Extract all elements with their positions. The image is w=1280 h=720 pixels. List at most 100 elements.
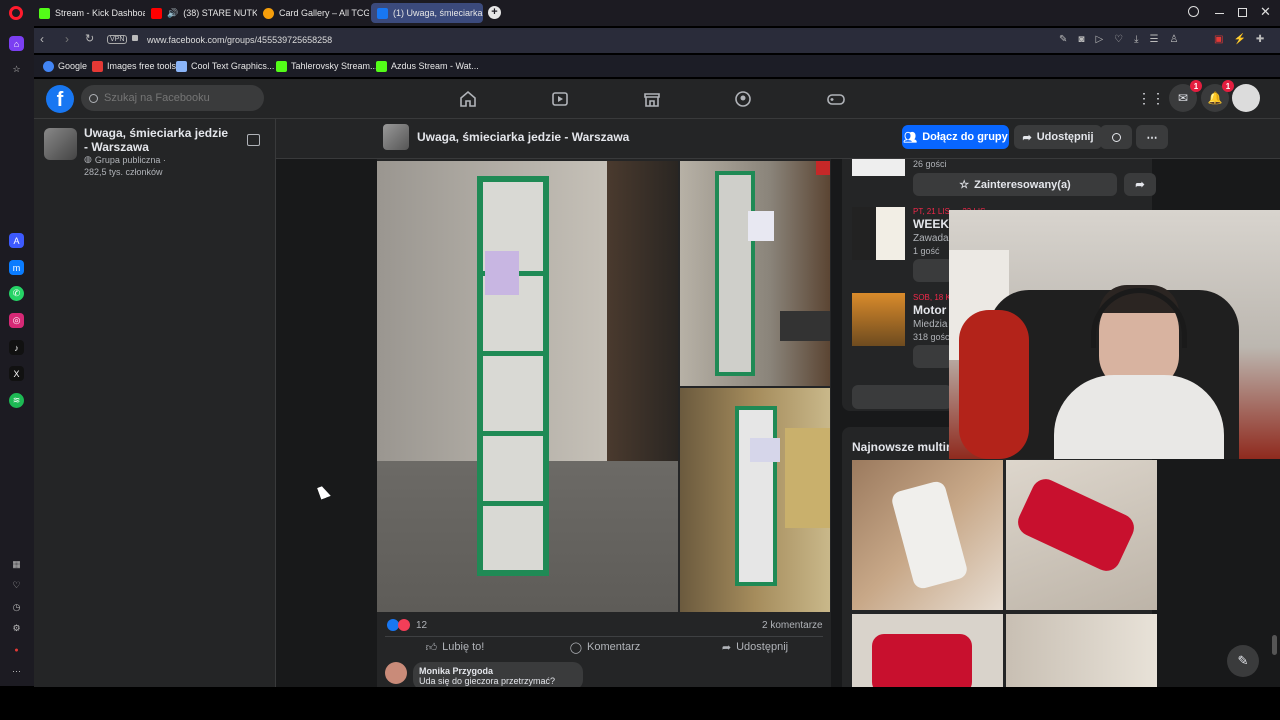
reactions[interactable]: 12 (387, 619, 427, 631)
vpn-badge[interactable]: VPN (107, 35, 128, 44)
bookmark-google[interactable]: Google (43, 58, 87, 74)
event-thumb-2[interactable] (852, 207, 905, 260)
comment-bubble: Monika Przygoda Uda się do gieczora prze… (413, 662, 583, 690)
media-thumb[interactable] (1006, 614, 1157, 687)
nav-gaming[interactable] (825, 88, 847, 110)
avatar[interactable] (1232, 84, 1260, 112)
search-icon (1111, 132, 1121, 142)
ublock-icon[interactable]: ● (9, 643, 24, 658)
reload-icon[interactable]: ↻ (85, 32, 94, 45)
share-button[interactable]: ➦ Udostępnij (700, 639, 810, 655)
bookmark-azdus[interactable]: Azdus Stream - Wat... (376, 58, 479, 74)
search-input[interactable] (104, 92, 254, 104)
comment-avatar[interactable] (385, 662, 407, 684)
like-label: Lubię to! (442, 641, 485, 653)
comment-button[interactable]: ◯ Komentarz (550, 639, 660, 655)
nav-video[interactable] (549, 88, 571, 110)
star-icon[interactable]: ☆ (9, 62, 24, 77)
nav-home[interactable] (457, 88, 479, 110)
tab-kick-dashboard[interactable]: Stream - Kick Dashboard (33, 3, 145, 23)
settings-icon[interactable]: ⚙ (9, 621, 24, 636)
search-icon (89, 93, 98, 103)
interested-button[interactable]: ☆ Zainteresowany(a) (913, 173, 1117, 196)
comments-count[interactable]: 2 komentarze (762, 620, 823, 631)
comment-author[interactable]: Monika Przygoda (419, 666, 577, 676)
menu-icon[interactable]: ☰ (1150, 34, 1159, 45)
scrollbar[interactable] (1272, 635, 1277, 655)
apps-icon[interactable]: ▦ (9, 557, 24, 572)
messenger-icon[interactable]: m (9, 260, 24, 275)
join-icon: 👥︎ (903, 131, 918, 144)
heart-icon[interactable]: ♡ (1114, 34, 1123, 45)
close-icon[interactable]: ✕ (1260, 4, 1271, 20)
search-group-button[interactable] (1100, 125, 1132, 149)
group-header-thumb[interactable] (383, 124, 409, 150)
minimize-icon[interactable] (1215, 13, 1224, 14)
forward-icon[interactable]: › (65, 32, 69, 46)
post-photo-bottom-right[interactable] (680, 388, 830, 612)
nav-marketplace[interactable] (641, 88, 663, 110)
history-icon[interactable]: ◷ (9, 600, 24, 615)
home-icon[interactable]: ⌂ (9, 36, 24, 51)
facebook-icon (377, 7, 388, 19)
more-options-button[interactable]: ⋯ (1136, 125, 1168, 149)
url-field[interactable]: www.facebook.com/groups/455539725658258 (147, 35, 332, 45)
event-thumb-1[interactable] (852, 159, 905, 176)
instagram-icon[interactable]: ◎ (9, 313, 24, 328)
note-paper (485, 251, 519, 295)
group-header-title[interactable]: Uwaga, śmieciarka jedzie - Warszawa (417, 130, 629, 144)
x-icon[interactable]: X (9, 366, 24, 381)
opera-logo[interactable] (9, 6, 23, 20)
tab-facebook[interactable]: (1) Uwaga, śmieciarka jedz (371, 3, 483, 23)
see-all-events-button[interactable] (852, 385, 952, 409)
event-share-button[interactable]: ➦ (1124, 173, 1156, 196)
new-tab-button[interactable]: + (488, 6, 501, 19)
profile-icon[interactable]: ♙ (1170, 34, 1179, 45)
messenger-button[interactable]: ✉ 1 (1169, 80, 1202, 112)
media-thumb[interactable] (852, 460, 1003, 610)
camera-icon[interactable]: ◙ (1078, 34, 1084, 45)
maximize-icon[interactable] (1238, 8, 1247, 17)
new-message-button[interactable]: ✎ (1227, 645, 1259, 677)
tab-youtube[interactable]: 🔊 (38) STARE NUTKI W R (145, 3, 257, 23)
bookmark-cool-text[interactable]: Cool Text Graphics... (176, 58, 274, 74)
back-icon[interactable]: ‹ (40, 32, 44, 46)
bookmark-images-free-tools[interactable]: Images free tools (92, 58, 176, 74)
join-group-button[interactable]: 👥︎ Dołącz do grupy (902, 125, 1009, 149)
bookmark-tahlerovsky[interactable]: Tahlerovsky Stream... (276, 58, 378, 74)
post-photo-top-right[interactable] (680, 161, 830, 386)
event-thumb-3[interactable] (852, 293, 905, 346)
collapse-sidebar-icon[interactable] (247, 134, 260, 146)
event-3-title[interactable]: Motor (913, 303, 946, 317)
aria-icon[interactable]: A (9, 233, 24, 248)
event-3-button[interactable] (913, 345, 953, 368)
share-group-button[interactable]: ➦ Udostępnij (1014, 125, 1102, 149)
red-bag (1013, 474, 1139, 576)
facebook-logo[interactable]: f (46, 85, 74, 113)
tab-card-gallery[interactable]: Card Gallery – All TCG Set (257, 3, 369, 23)
heart-icon[interactable]: ♡ (9, 578, 24, 593)
group-thumbnail[interactable] (44, 128, 77, 160)
search-tabs-icon[interactable] (1188, 6, 1199, 17)
play-icon[interactable]: ▷ (1095, 34, 1103, 45)
post-photo-main[interactable] (377, 161, 678, 612)
nav-groups[interactable] (732, 88, 754, 110)
whatsapp-icon[interactable]: ✆ (9, 286, 24, 301)
red-pillow (959, 310, 1029, 459)
menu-grid-button[interactable]: ⋮⋮ (1137, 84, 1165, 112)
tiktok-icon[interactable]: ♪ (9, 340, 24, 355)
extension-icon[interactable]: ⚡ (1233, 34, 1245, 45)
spotify-icon[interactable]: ≋ (9, 393, 24, 408)
like-button[interactable]: 👍︎ Lubię to! (400, 639, 510, 655)
media-thumb[interactable] (1006, 460, 1157, 610)
puzzle-icon[interactable]: ✚ (1256, 34, 1264, 45)
download-icon[interactable]: ⤓ (1134, 34, 1138, 45)
extension-icon[interactable]: ▣ (1214, 34, 1223, 45)
event-2-button[interactable] (913, 259, 953, 282)
group-name[interactable]: Uwaga, śmieciarka jedzie - Warszawa (84, 126, 229, 154)
notifications-button[interactable]: 🔔 1 (1201, 80, 1234, 112)
more-icon[interactable]: ⋯ (9, 664, 24, 679)
edit-icon[interactable]: ✎ (1059, 34, 1067, 45)
search-box[interactable] (81, 85, 264, 111)
media-thumb[interactable] (852, 614, 1003, 687)
